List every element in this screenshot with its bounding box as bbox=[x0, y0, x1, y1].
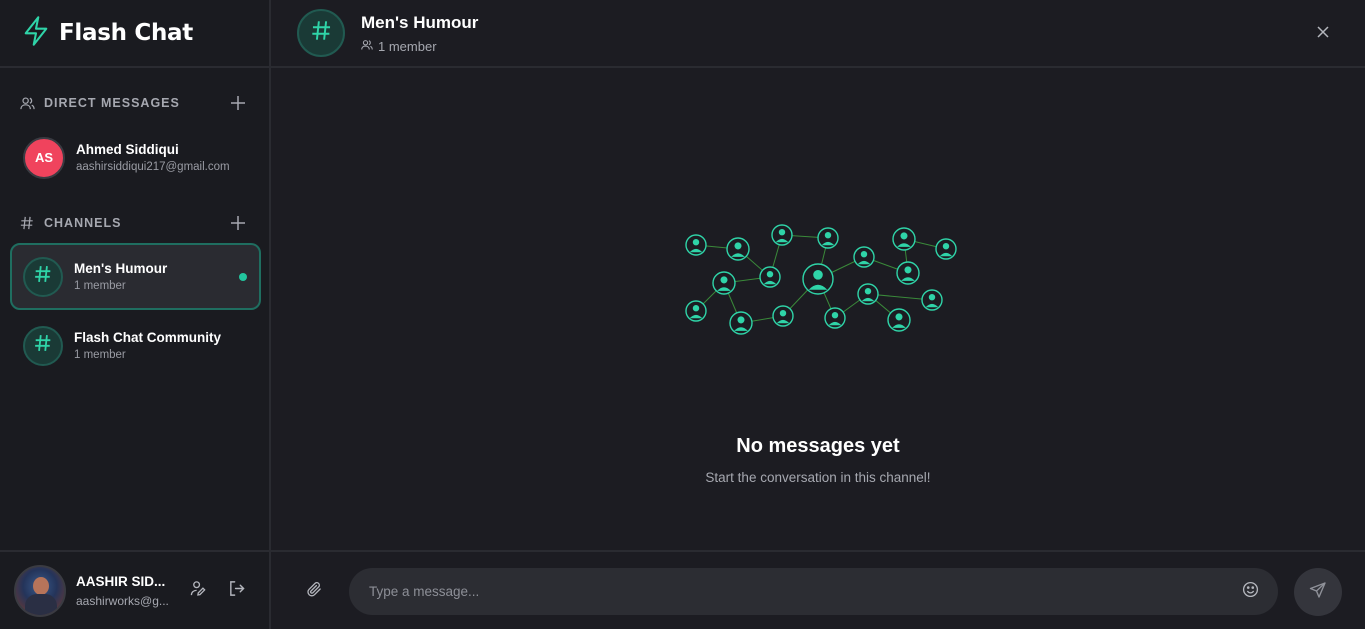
attach-button[interactable] bbox=[303, 581, 325, 603]
channel-avatar bbox=[23, 256, 63, 297]
channel-header: Men's Humour 1 member bbox=[271, 0, 1365, 68]
avatar: AS bbox=[23, 136, 65, 179]
paperclip-icon bbox=[306, 581, 323, 603]
hash-icon bbox=[34, 265, 52, 288]
channels-header: CHANNELS bbox=[20, 213, 247, 233]
dm-email: aashirsiddiqui217@gmail.com bbox=[76, 161, 230, 173]
channel-item-mens-humour[interactable]: Men's Humour 1 member bbox=[10, 243, 261, 310]
hash-icon bbox=[311, 20, 332, 46]
channel-avatar bbox=[297, 9, 345, 57]
edit-profile-button[interactable] bbox=[186, 579, 210, 603]
channel-members: 1 member bbox=[74, 349, 126, 361]
direct-messages-header: DIRECT MESSAGES bbox=[20, 93, 247, 113]
user-name: AASHIR SID... bbox=[76, 573, 166, 589]
close-button[interactable] bbox=[1313, 24, 1333, 44]
channels-heading: CHANNELS bbox=[44, 216, 122, 230]
member-count-text: 1 member bbox=[378, 38, 437, 54]
message-composer bbox=[271, 550, 1365, 629]
channel-title: Men's Humour bbox=[361, 12, 479, 32]
sidebar: Flash Chat DIRECT MESSAGES AS Ahmed Sidd… bbox=[0, 0, 271, 629]
channel-members: 1 member bbox=[74, 280, 126, 292]
member-count: 1 member bbox=[361, 39, 478, 54]
message-area: No messages yet Start the conversation i… bbox=[271, 68, 1365, 550]
smile-icon bbox=[1242, 581, 1259, 603]
network-illustration-icon bbox=[685, 224, 957, 335]
brand: Flash Chat bbox=[0, 0, 269, 68]
send-icon bbox=[1309, 581, 1327, 604]
send-button[interactable] bbox=[1294, 568, 1342, 616]
users-icon bbox=[20, 95, 36, 111]
close-icon bbox=[1317, 25, 1329, 43]
channel-item-flash-chat-community[interactable]: Flash Chat Community 1 member bbox=[10, 312, 261, 379]
users-icon bbox=[361, 39, 378, 54]
channel-name: Flash Chat Community bbox=[74, 330, 222, 345]
message-input[interactable] bbox=[349, 568, 1278, 615]
logout-icon bbox=[228, 580, 245, 602]
empty-state-title: No messages yet bbox=[736, 435, 900, 457]
channel-name: Men's Humour bbox=[74, 261, 168, 276]
empty-state-subtitle: Start the conversation in this channel! bbox=[705, 470, 931, 485]
direct-messages-heading: DIRECT MESSAGES bbox=[44, 96, 180, 110]
unread-indicator bbox=[239, 272, 247, 281]
dm-item[interactable]: AS Ahmed Siddiqui aashirsiddiqui217@gmai… bbox=[10, 124, 261, 191]
hash-icon bbox=[20, 215, 36, 231]
user-edit-icon bbox=[190, 580, 207, 602]
lightning-icon bbox=[22, 15, 50, 52]
emoji-button[interactable] bbox=[1241, 581, 1259, 603]
logout-button[interactable] bbox=[224, 579, 248, 603]
dm-name: Ahmed Siddiqui bbox=[76, 142, 179, 157]
channel-avatar bbox=[23, 325, 63, 366]
app-name: Flash Chat bbox=[59, 20, 193, 46]
user-email: aashirworks@g... bbox=[76, 593, 169, 608]
current-user-bar: AASHIR SID... aashirworks@g... bbox=[0, 550, 269, 629]
hash-icon bbox=[34, 334, 52, 357]
add-channel-button[interactable] bbox=[229, 214, 247, 232]
add-direct-message-button[interactable] bbox=[229, 94, 247, 112]
user-avatar[interactable] bbox=[14, 564, 66, 617]
